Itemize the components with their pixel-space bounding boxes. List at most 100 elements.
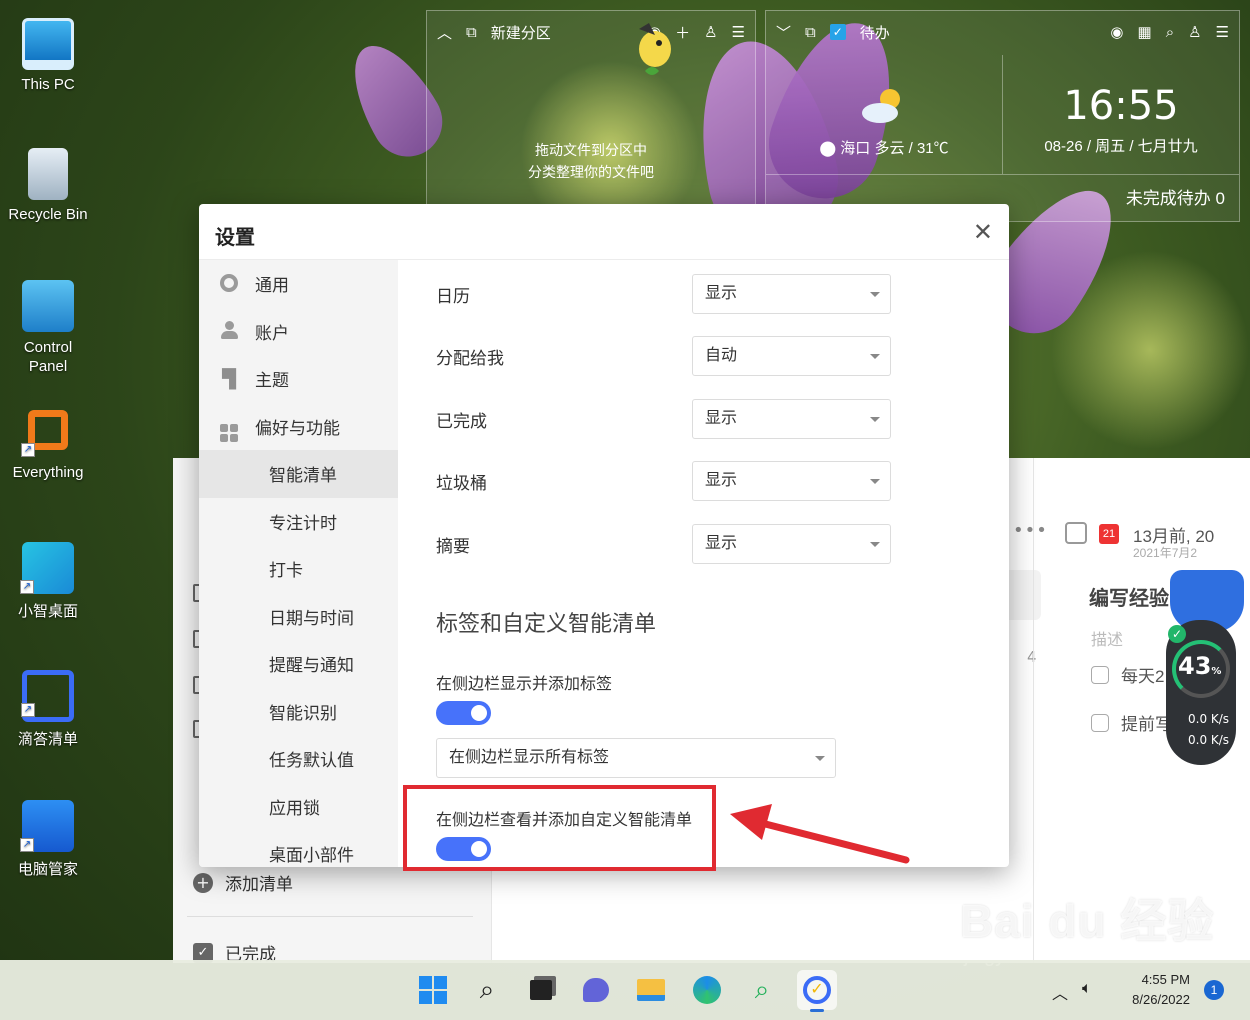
- desktop-icon-label: Recycle Bin: [8, 206, 88, 223]
- unfinished-todo-count[interactable]: 未完成待办 0: [1126, 184, 1225, 209]
- partition-widget-toolbar: ︿ ⧉ 新建分区 ◉ ＋ ♙ ☰: [427, 11, 755, 53]
- nav-item-checkin[interactable]: 打卡: [199, 545, 398, 593]
- setting-row-assigned: 分配给我 自动: [436, 336, 896, 376]
- setting-row-completed: 已完成 显示: [436, 399, 896, 439]
- volume-icon[interactable]: 🔈︎: [1082, 980, 1092, 998]
- add-icon[interactable]: ＋: [675, 22, 690, 43]
- usage-percent: 43%: [1178, 652, 1221, 680]
- note-icon[interactable]: [1065, 522, 1087, 544]
- detail-description[interactable]: 描述: [1091, 626, 1123, 650]
- select-value: 显示: [705, 285, 738, 302]
- nav-item-general[interactable]: 通用: [199, 260, 398, 308]
- completed-select[interactable]: 显示: [692, 399, 891, 439]
- notification-badge[interactable]: 1: [1204, 980, 1224, 1000]
- desktop-icon-pc-manager[interactable]: ↗ 电脑管家: [0, 800, 96, 879]
- nav-item-smart-recognition[interactable]: 智能识别: [199, 688, 398, 736]
- todo-title[interactable]: 待办: [860, 22, 890, 43]
- tags-toggle[interactable]: [436, 701, 491, 725]
- partition-hint: 拖动文件到分区中 分类整理你的文件吧: [427, 139, 755, 183]
- nav-label: 智能清单: [269, 466, 337, 486]
- settings-title: 设置: [215, 227, 255, 249]
- nav-label: 应用锁: [269, 798, 320, 818]
- nav-item-desktop-widgets[interactable]: 桌面小部件: [199, 830, 398, 867]
- task-view-icon[interactable]: [521, 970, 561, 1010]
- collapse-chevron-up-icon[interactable]: ︿: [437, 22, 452, 43]
- search-icon[interactable]: ⌕: [1166, 24, 1174, 41]
- nav-item-app-lock[interactable]: 应用锁: [199, 783, 398, 831]
- desktop-icon-xiaozhi[interactable]: ↗ 小智桌面: [0, 542, 96, 621]
- dida-checkmark-icon: ↗: [21, 670, 74, 722]
- collapse-chevron-down-icon[interactable]: ﹀: [776, 22, 791, 43]
- taskbar: ⌕ ⌕ ✓ ︿ 🔈︎ 4:55 PM 8/26/2022 1: [0, 960, 1250, 1020]
- checklist-item[interactable]: 提前写: [1091, 710, 1172, 735]
- nav-item-datetime[interactable]: 日期与时间: [199, 593, 398, 641]
- desktop-icon-everything[interactable]: ↗ Everything: [0, 410, 96, 481]
- windows-logo-icon: [419, 976, 447, 1004]
- setting-row-trash: 垃圾桶 显示: [436, 461, 896, 501]
- desktop-icon-this-pc[interactable]: This PC: [0, 18, 96, 93]
- monitor-icon: [22, 18, 74, 70]
- user-icon[interactable]: ◉: [1110, 23, 1123, 41]
- checkbox[interactable]: [1091, 713, 1109, 732]
- detail-title[interactable]: 编写经验: [1089, 582, 1169, 611]
- bird-mascot-icon: [639, 23, 671, 75]
- menu-icon[interactable]: ☰: [1216, 23, 1229, 41]
- caret-down-icon: [870, 417, 880, 422]
- nav-item-preferences[interactable]: 偏好与功能: [199, 403, 398, 451]
- tray-time: 4:55 PM: [1141, 972, 1190, 987]
- nav-item-theme[interactable]: ▜ 主题: [199, 355, 398, 403]
- nav-item-smart-list[interactable]: 智能清单: [199, 450, 398, 498]
- system-clock[interactable]: 4:55 PM 8/26/2022: [1132, 970, 1190, 1010]
- download-speed: 0.0 K/s: [1188, 733, 1230, 747]
- start-button[interactable]: [413, 970, 453, 1010]
- desktop-icon-control-panel[interactable]: Control Panel: [0, 280, 96, 376]
- teams-chat-icon[interactable]: [576, 970, 616, 1010]
- nav-item-focus[interactable]: 专注计时: [199, 498, 398, 546]
- edge-browser-icon[interactable]: [687, 970, 727, 1010]
- clock-panel: 16:55 08-26 / 周五 / 七月廿九: [1003, 55, 1239, 175]
- usage-percent-value: 43: [1178, 652, 1212, 680]
- file-explorer-icon[interactable]: [631, 970, 671, 1010]
- partition-window-icon: ⧉: [805, 23, 816, 41]
- summary-select[interactable]: 显示: [692, 524, 891, 564]
- nav-label: 偏好与功能: [255, 418, 340, 438]
- checkbox[interactable]: [1091, 665, 1109, 684]
- nav-item-task-defaults[interactable]: 任务默认值: [199, 735, 398, 783]
- upload-speed: 0.0 K/s: [1188, 712, 1230, 726]
- add-list-button[interactable]: + 添加清单: [193, 870, 293, 895]
- nav-label: 桌面小部件: [269, 846, 354, 866]
- todo-check-icon: ✓: [829, 24, 846, 40]
- annotation-arrow-icon: [730, 804, 910, 864]
- partition-title[interactable]: 新建分区: [491, 22, 551, 43]
- nav-item-reminders[interactable]: 提醒与通知: [199, 640, 398, 688]
- skin-icon[interactable]: ♙: [1188, 23, 1201, 41]
- baidu-jingyan-watermark: Bai du 经验 jingyan.baidu.com: [960, 885, 1214, 968]
- checklist-item[interactable]: 每天2: [1091, 662, 1164, 687]
- dida-taskbar-icon[interactable]: ✓: [797, 970, 837, 1012]
- xiaozhi-desktop-icon: ↗: [20, 542, 74, 594]
- search-green-icon[interactable]: ⌕: [742, 970, 782, 1010]
- todo-widget: ﹀ ⧉ ✓ 待办 ◉ ▦ ⌕ ♙ ☰ ⬤ 海口 多云 / 31℃ 16:55 0…: [765, 10, 1240, 222]
- tags-display-select[interactable]: 在侧边栏显示所有标签: [436, 738, 836, 778]
- annotation-highlight-box: [403, 785, 716, 871]
- show-hidden-icons-chevron-up-icon[interactable]: ︿: [1052, 980, 1068, 1004]
- select-value: 显示: [705, 472, 738, 489]
- calendar-select[interactable]: 显示: [692, 274, 891, 314]
- trash-select[interactable]: 显示: [692, 461, 891, 501]
- grid-icon: [219, 416, 239, 443]
- desktop-icon-dida[interactable]: ↗ 滴答清单: [0, 670, 96, 749]
- assigned-to-me-select[interactable]: 自动: [692, 336, 891, 376]
- shield-icon: ↗: [20, 800, 74, 852]
- more-options-icon[interactable]: •••: [1013, 520, 1048, 541]
- menu-icon[interactable]: ☰: [732, 23, 745, 41]
- skin-icon[interactable]: ♙: [704, 23, 717, 41]
- detail-date-sub: 2021年7月2: [1133, 546, 1198, 560]
- desktop-icon-recycle-bin[interactable]: Recycle Bin: [0, 148, 96, 223]
- calendar-icon[interactable]: ▦: [1138, 23, 1152, 41]
- calendar-date-icon[interactable]: 21: [1099, 524, 1119, 544]
- search-icon[interactable]: ⌕: [467, 970, 507, 1010]
- nav-item-account[interactable]: 账户: [199, 308, 398, 356]
- close-icon[interactable]: ✕: [973, 218, 993, 247]
- partition-window-icon: ⧉: [466, 23, 477, 41]
- partition-widget: ︿ ⧉ 新建分区 ◉ ＋ ♙ ☰ 拖动文件到分区中 分类整理你的文件吧: [426, 10, 756, 222]
